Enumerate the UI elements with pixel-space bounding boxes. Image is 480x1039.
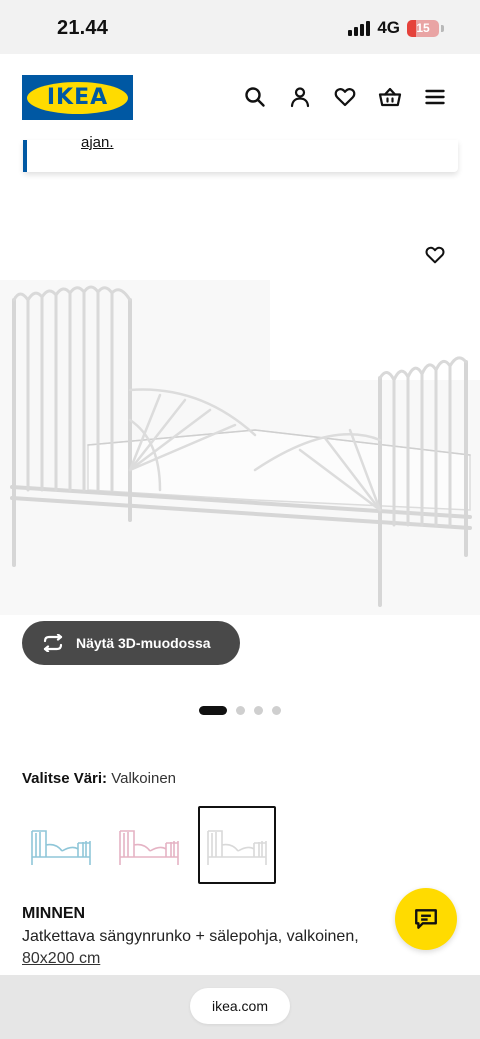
basket-icon[interactable] <box>378 85 402 109</box>
site-header: IKEA <box>0 54 480 140</box>
user-icon[interactable] <box>288 85 312 109</box>
browser-bar: ikea.com <box>0 975 480 1039</box>
color-selector-label: Valitse Väri: Valkoinen <box>22 770 176 787</box>
chat-button[interactable] <box>395 888 457 950</box>
view-3d-button[interactable]: Näytä 3D-muodossa <box>22 621 240 665</box>
network-type: 4G <box>377 18 400 37</box>
status-time: 21.44 <box>57 17 109 39</box>
notice-accent-bar <box>23 140 27 172</box>
chat-icon <box>415 909 437 929</box>
product-description: Jatkettava sängynrunko + sälepohja, valk… <box>22 928 359 945</box>
product-image[interactable] <box>0 230 480 650</box>
status-indicators: 4G 15 <box>348 18 444 38</box>
gallery-dot[interactable] <box>236 706 245 715</box>
search-icon[interactable] <box>243 85 267 109</box>
gallery-dot[interactable] <box>272 706 281 715</box>
logo-text: IKEA <box>46 85 109 110</box>
address-bar[interactable]: ikea.com <box>190 988 290 1024</box>
view-3d-label: Näytä 3D-muodossa <box>76 635 211 651</box>
product-name: MINNEN <box>22 905 86 922</box>
gallery-pagination <box>199 706 281 715</box>
battery-icon: 15 <box>407 19 439 37</box>
swatch-blue[interactable] <box>22 806 100 884</box>
color-value: Valkoinen <box>111 770 177 787</box>
signal-icon <box>348 20 371 36</box>
heart-icon <box>425 246 445 264</box>
notice-link[interactable]: ajan. <box>81 134 114 151</box>
heart-icon[interactable] <box>333 85 357 109</box>
ikea-logo[interactable]: IKEA <box>22 75 133 120</box>
color-swatches <box>22 806 276 884</box>
color-label-prefix: Valitse Väri: <box>22 770 108 787</box>
swatch-pink[interactable] <box>110 806 188 884</box>
gallery-dot-active[interactable] <box>199 706 227 715</box>
product-page: 21.44 4G 15 IKEA ajan. Näytä 3D-muodossa… <box>0 0 480 1039</box>
menu-icon[interactable] <box>423 85 447 109</box>
status-bar: 21.44 4G 15 <box>0 0 480 54</box>
swatch-white[interactable] <box>198 806 276 884</box>
product-size-link[interactable]: 80x200 cm <box>22 950 100 968</box>
add-to-favourites-button[interactable] <box>420 240 450 270</box>
notice-card: ajan. <box>23 134 458 172</box>
battery-level: 15 <box>416 21 430 35</box>
gallery-dot[interactable] <box>254 706 263 715</box>
rotate-3d-icon <box>43 634 63 652</box>
header-actions <box>243 85 447 109</box>
